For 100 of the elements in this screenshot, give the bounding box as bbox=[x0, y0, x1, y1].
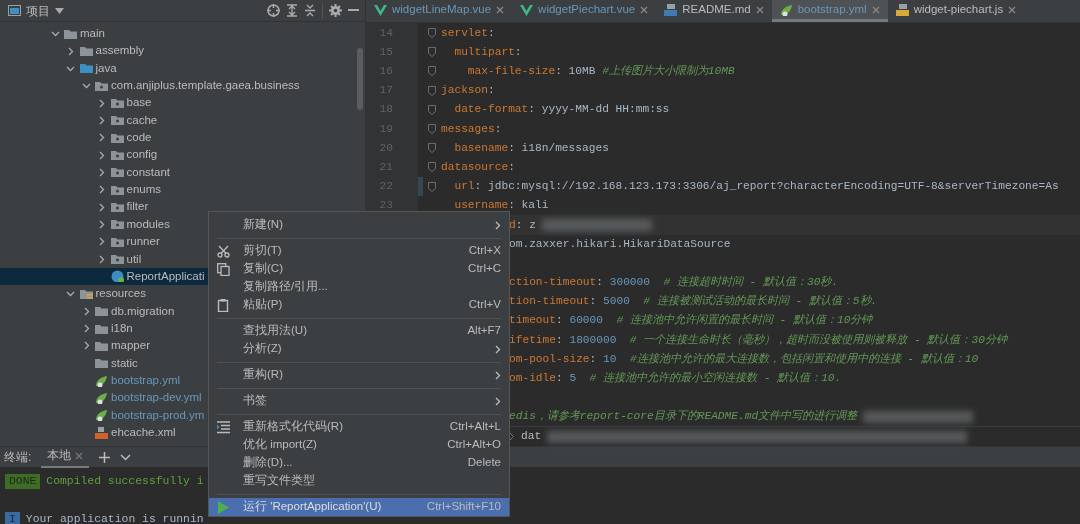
scrollbar[interactable] bbox=[357, 48, 363, 110]
folder-icon bbox=[95, 322, 108, 335]
package-icon bbox=[110, 253, 124, 266]
code-line: url: jdbc:mysql://192.168.123.173:3306/aj_report?characterEncoding=UTF-8&serverTimezone=As bbox=[453, 179, 1059, 195]
folder-icon bbox=[95, 339, 108, 352]
format-lines-icon bbox=[217, 420, 230, 434]
fold-marker-icon[interactable] bbox=[428, 47, 436, 58]
fold-marker-icon[interactable] bbox=[428, 162, 436, 173]
leaf-icon bbox=[95, 391, 108, 404]
tree-item[interactable]: base bbox=[0, 94, 365, 112]
tree-item[interactable]: assembly bbox=[0, 42, 365, 60]
menu-item[interactable]: 优化 import(Z) Ctrl+Alt+O bbox=[209, 436, 509, 454]
fold-marker-icon[interactable] bbox=[428, 28, 436, 39]
leaf-icon bbox=[95, 409, 108, 422]
code-line: servlet: bbox=[441, 25, 495, 41]
fold-marker-icon[interactable] bbox=[428, 104, 436, 115]
tree-item[interactable]: filter bbox=[0, 198, 365, 216]
menu-item[interactable]: 分析(Z) bbox=[209, 340, 509, 358]
minimize-icon[interactable] bbox=[348, 9, 359, 12]
folder-icon bbox=[95, 357, 108, 370]
tree-item[interactable]: cache bbox=[0, 111, 365, 130]
chevron-down-icon[interactable] bbox=[66, 289, 75, 299]
crosshair-icon[interactable] bbox=[267, 4, 280, 17]
chevron-down-icon[interactable] bbox=[50, 29, 60, 39]
close-icon[interactable] bbox=[75, 452, 84, 460]
vue-icon bbox=[374, 3, 387, 16]
scissors-icon bbox=[217, 244, 230, 258]
breadcrumb-item[interactable]: dat bbox=[521, 428, 542, 446]
editor-tab[interactable]: widget-piechart.js bbox=[887, 0, 1025, 23]
chevron-right-icon[interactable] bbox=[97, 115, 106, 125]
chevron-down-icon[interactable] bbox=[120, 453, 132, 461]
editor-tab[interactable]: widgetPiechart.vue bbox=[512, 0, 657, 23]
chevron-right-icon[interactable] bbox=[97, 133, 106, 143]
code-line: om.zaxxer.hikari.HikariDataSource bbox=[509, 236, 731, 252]
menu-item[interactable]: 查找用法(U) Alt+F7 bbox=[209, 322, 509, 340]
code-line: d: z bbox=[509, 217, 536, 233]
collapse-all-icon[interactable] bbox=[304, 4, 316, 17]
chevron-down-icon[interactable] bbox=[81, 81, 91, 91]
menu-item[interactable]: 新建(N) bbox=[209, 216, 509, 234]
code-line: datasource: bbox=[441, 160, 515, 175]
tree-item[interactable]: com.anjiplus.template.gaea.business bbox=[0, 77, 365, 95]
package-icon bbox=[110, 131, 124, 144]
chevron-right-icon[interactable] bbox=[97, 167, 106, 177]
editor-tab[interactable]: README.md bbox=[656, 0, 772, 23]
tree-item[interactable]: code bbox=[0, 129, 365, 147]
leaf-icon bbox=[95, 374, 108, 387]
chevron-right-icon[interactable] bbox=[97, 202, 106, 212]
menu-item[interactable]: 重写文件类型 bbox=[209, 472, 509, 490]
caret-down-icon[interactable] bbox=[55, 7, 64, 14]
chevron-right-icon[interactable] bbox=[97, 219, 106, 229]
menu-item[interactable]: 重构(R) bbox=[209, 366, 509, 384]
folder-icon bbox=[79, 62, 93, 75]
menu-item[interactable]: 重新格式化代码(R) Ctrl+Alt+L bbox=[209, 418, 509, 436]
chevron-right-icon[interactable] bbox=[97, 237, 106, 247]
expand-all-icon[interactable] bbox=[286, 4, 298, 17]
editor-tab[interactable]: widgetLineMap.vue bbox=[366, 0, 513, 23]
code-line: tion-timeout: 5000 # 连接被测试活动的最长时间 - 默认值：5秒. bbox=[509, 293, 878, 310]
package-icon bbox=[110, 235, 124, 248]
leaf-icon bbox=[779, 3, 793, 16]
tree-item[interactable]: java bbox=[0, 59, 365, 78]
close-icon[interactable] bbox=[755, 5, 764, 14]
code-line: jackson: bbox=[441, 83, 495, 99]
menu-item[interactable]: 删除(D)... Delete bbox=[209, 454, 509, 472]
tree-item[interactable]: main bbox=[0, 25, 365, 43]
copy-icon bbox=[217, 262, 230, 276]
tree-item[interactable]: enums bbox=[0, 181, 365, 199]
code-line: multipart: bbox=[453, 44, 522, 60]
menu-item[interactable]: 书签 bbox=[209, 392, 509, 410]
vue-icon bbox=[520, 3, 534, 16]
panel-window-icon bbox=[8, 5, 21, 16]
chevron-right-icon[interactable] bbox=[97, 98, 106, 108]
code-line: edis，请参考report-core目录下的README.md文件中写的进行调整 bbox=[509, 408, 858, 425]
settings-icon[interactable] bbox=[329, 4, 342, 17]
close-icon[interactable] bbox=[640, 5, 649, 14]
folder-icon bbox=[79, 45, 93, 57]
terminal-tab[interactable]: 本地 bbox=[41, 446, 90, 468]
folder-icon bbox=[64, 27, 77, 40]
chevron-right-icon[interactable] bbox=[66, 46, 75, 56]
menu-item[interactable]: 运行 'ReportApplication'(U) Ctrl+Shift+F10 bbox=[209, 498, 509, 516]
js-file-icon bbox=[895, 3, 909, 16]
package-icon bbox=[110, 183, 124, 196]
close-icon[interactable] bbox=[1008, 5, 1017, 14]
package-icon bbox=[110, 149, 124, 162]
fold-marker-icon[interactable] bbox=[428, 181, 436, 192]
chevron-right-icon[interactable] bbox=[97, 185, 106, 195]
fold-marker-icon[interactable] bbox=[428, 66, 436, 77]
menu-item[interactable]: 剪切(T) Ctrl+X bbox=[209, 242, 509, 260]
fold-marker-icon[interactable] bbox=[428, 85, 436, 96]
terminal-label: 终端: bbox=[4, 449, 32, 466]
chevron-right-icon[interactable] bbox=[97, 254, 106, 264]
tree-item[interactable]: config bbox=[0, 146, 365, 164]
close-icon[interactable] bbox=[496, 5, 505, 14]
fold-marker-icon[interactable] bbox=[428, 124, 436, 134]
menu-item[interactable]: 粘贴(P) Ctrl+V bbox=[209, 296, 509, 314]
plus-icon[interactable] bbox=[99, 451, 111, 463]
package-icon bbox=[110, 97, 124, 110]
package-icon bbox=[95, 79, 108, 92]
fold-marker-icon[interactable] bbox=[428, 143, 436, 154]
tree-item[interactable]: constant bbox=[0, 163, 365, 182]
chevron-right-icon[interactable] bbox=[97, 150, 106, 160]
